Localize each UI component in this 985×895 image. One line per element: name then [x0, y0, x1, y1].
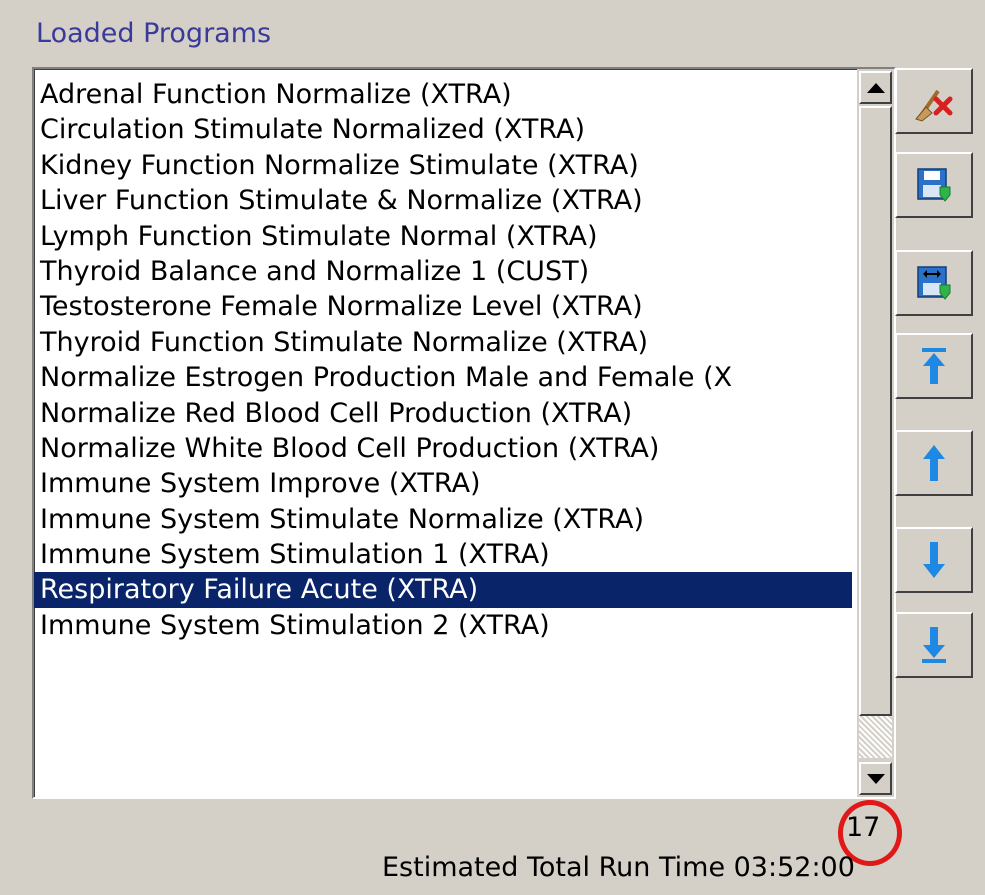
scroll-thumb[interactable]: [859, 106, 892, 716]
move-up-icon: [923, 445, 945, 481]
save-as-icon: [917, 266, 951, 300]
clear-list-button[interactable]: [895, 68, 973, 134]
loaded-programs-title: Loaded Programs: [36, 18, 272, 49]
move-down-button[interactable]: [895, 527, 973, 593]
move-to-bottom-button[interactable]: [895, 612, 973, 678]
list-item[interactable]: Liver Function Stimulate & Normalize (XT…: [34, 183, 852, 218]
arrow-up-icon: [866, 82, 885, 93]
move-up-button[interactable]: [895, 430, 973, 496]
list-item[interactable]: Circulation Stimulate Normalized (XTRA): [34, 112, 852, 147]
list-item[interactable]: Normalize Estrogen Production Male and F…: [34, 360, 852, 395]
scroll-down-button[interactable]: [859, 762, 892, 795]
arrow-down-icon: [866, 773, 885, 784]
move-to-top-button[interactable]: [895, 333, 973, 399]
save-button[interactable]: [895, 152, 973, 218]
move-bottom-icon: [922, 627, 946, 663]
move-down-icon: [923, 542, 945, 578]
list-item[interactable]: Testosterone Female Normalize Level (XTR…: [34, 289, 852, 324]
list-item[interactable]: Normalize White Blood Cell Production (X…: [34, 431, 852, 466]
move-top-icon: [922, 348, 946, 384]
save-icon: [917, 168, 951, 202]
programs-listbox[interactable]: Adrenal Function Normalize (XTRA) Circul…: [32, 67, 896, 799]
list-item[interactable]: Immune System Stimulation 2 (XTRA): [34, 608, 852, 643]
list-item[interactable]: Kidney Function Normalize Stimulate (XTR…: [34, 148, 852, 183]
scroll-track[interactable]: [859, 716, 892, 758]
save-as-button[interactable]: [895, 250, 973, 316]
list-item[interactable]: Lymph Function Stimulate Normal (XTRA): [34, 219, 852, 254]
list-item[interactable]: Immune System Stimulation 1 (XTRA): [34, 537, 852, 572]
list-item[interactable]: Thyroid Balance and Normalize 1 (CUST): [34, 254, 852, 289]
list-item[interactable]: Immune System Stimulate Normalize (XTRA): [34, 502, 852, 537]
scroll-up-button[interactable]: [859, 71, 892, 104]
list-item[interactable]: Normalize Red Blood Cell Production (XTR…: [34, 396, 852, 431]
program-list: Adrenal Function Normalize (XTRA) Circul…: [34, 77, 852, 643]
vertical-scrollbar[interactable]: [857, 69, 894, 797]
list-item-selected[interactable]: Respiratory Failure Acute (XTRA): [34, 572, 852, 608]
list-item[interactable]: Thyroid Function Stimulate Normalize (XT…: [34, 325, 852, 360]
list-item[interactable]: Adrenal Function Normalize (XTRA): [34, 77, 852, 112]
estimated-run-time: Estimated Total Run Time 03:52:00: [382, 852, 855, 883]
broom-delete-icon: [915, 89, 953, 122]
list-item[interactable]: Immune System Improve (XTRA): [34, 466, 852, 501]
